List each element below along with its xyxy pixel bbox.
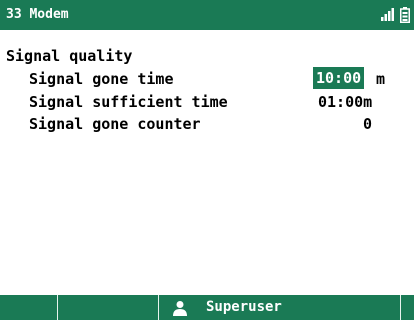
signal-gone-time-label[interactable]: Signal gone time xyxy=(29,70,174,88)
page-title: 33 Modem xyxy=(6,7,69,22)
signal-gone-counter-value[interactable]: 0 xyxy=(363,115,372,133)
signal-strength-icon xyxy=(381,8,394,21)
battery-icon xyxy=(400,7,410,23)
signal-gone-time-value[interactable]: 10:00 xyxy=(313,67,365,89)
softkey-separator xyxy=(400,295,401,320)
softkey-separator xyxy=(158,295,159,320)
modem-settings-panel: Signal quality Signal gone time 10:00 m … xyxy=(0,30,414,295)
signal-sufficient-time-label[interactable]: Signal sufficient time xyxy=(29,93,228,111)
signal-sufficient-time-value[interactable]: 01:00m xyxy=(318,93,372,111)
title-bar: 33 Modem xyxy=(0,0,414,30)
signal-gone-counter-label[interactable]: Signal gone counter xyxy=(29,115,201,133)
user-role-label[interactable]: Superuser xyxy=(206,299,282,316)
bottom-bar: Superuser xyxy=(0,295,414,320)
signal-gone-time-unit: m xyxy=(376,70,386,88)
softkey-separator xyxy=(57,295,58,320)
section-title: Signal quality xyxy=(6,47,133,65)
user-icon xyxy=(173,301,187,316)
